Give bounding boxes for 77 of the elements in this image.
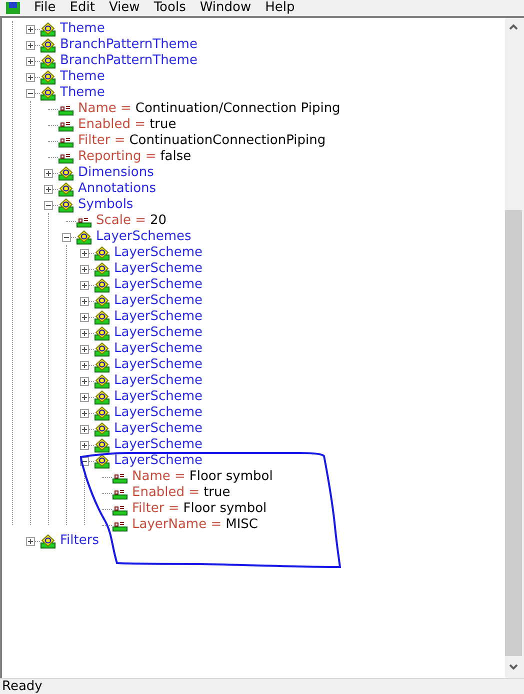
- property-name: Reporting =: [78, 148, 156, 166]
- element-icon: [94, 422, 110, 436]
- element-icon: [40, 70, 56, 84]
- property-value: true: [150, 116, 176, 134]
- expand-toggle[interactable]: [80, 360, 89, 370]
- menu-item[interactable]: Window: [200, 1, 252, 15]
- element-icon: [40, 22, 56, 36]
- expand-toggle[interactable]: [80, 440, 89, 450]
- element-icon: [94, 358, 110, 372]
- element-icon: [94, 246, 110, 260]
- expand-toggle[interactable]: [26, 536, 35, 546]
- menu-item[interactable]: View: [108, 1, 140, 15]
- property-value: true: [204, 484, 230, 502]
- element-icon: [40, 534, 56, 548]
- expand-toggle[interactable]: [80, 408, 89, 418]
- property-name: Enabled =: [78, 116, 146, 134]
- expand-toggle[interactable]: [44, 184, 53, 194]
- expand-toggle[interactable]: [80, 392, 89, 402]
- element-icon: [40, 38, 56, 52]
- property-name: LayerName =: [132, 516, 222, 534]
- expand-toggle[interactable]: [80, 280, 89, 290]
- property-value: MISC: [226, 516, 258, 534]
- property-value: false: [160, 148, 192, 166]
- property-value: 20: [150, 212, 167, 230]
- tree-item[interactable]: Filters: [60, 531, 99, 551]
- property-value: ContinuationConnectionPiping: [129, 132, 326, 150]
- expand-toggle[interactable]: [62, 232, 71, 242]
- status-text: Ready: [2, 680, 42, 694]
- element-icon: [94, 278, 110, 292]
- element-icon: [94, 374, 110, 388]
- expand-toggle[interactable]: [80, 312, 89, 322]
- element-icon: [94, 406, 110, 420]
- element-icon: [94, 294, 110, 308]
- element-icon: [94, 326, 110, 340]
- property-name: Name =: [78, 100, 132, 118]
- expand-toggle[interactable]: [44, 168, 53, 178]
- element-icon: [94, 262, 110, 276]
- element-icon: [94, 454, 110, 468]
- element-icon: [40, 54, 56, 68]
- element-icon: [58, 182, 74, 196]
- scroll-up-icon[interactable]: [509, 24, 518, 30]
- menu-item[interactable]: Tools: [154, 1, 186, 15]
- expand-toggle[interactable]: [80, 328, 89, 338]
- expand-toggle[interactable]: [80, 264, 89, 274]
- element-icon: [76, 230, 92, 244]
- property-value: Continuation/Connection Piping: [135, 100, 340, 118]
- expand-toggle[interactable]: [80, 296, 89, 306]
- expand-toggle[interactable]: [80, 424, 89, 434]
- element-icon: [94, 310, 110, 324]
- menu-item[interactable]: Help: [265, 1, 295, 15]
- expand-toggle[interactable]: [80, 248, 89, 258]
- property-name: Filter =: [78, 132, 126, 150]
- expand-toggle[interactable]: [80, 376, 89, 386]
- element-icon: [94, 438, 110, 452]
- expand-toggle[interactable]: [26, 72, 35, 82]
- expand-toggle[interactable]: [26, 24, 35, 34]
- property-value: Floor symbol: [189, 468, 273, 486]
- element-icon: [94, 390, 110, 404]
- property-name: Filter =: [132, 500, 180, 518]
- property-name: Name =: [132, 468, 186, 486]
- property-name: Scale =: [96, 212, 146, 230]
- scroll-thumb[interactable]: [505, 210, 522, 656]
- property-name: Enabled =: [132, 484, 200, 502]
- property-value: Floor symbol: [183, 500, 267, 518]
- element-icon: [58, 166, 74, 180]
- expand-toggle[interactable]: [26, 56, 35, 66]
- element-icon: [58, 198, 74, 212]
- expand-toggle[interactable]: [26, 40, 35, 50]
- expand-toggle[interactable]: [26, 88, 35, 98]
- expand-toggle[interactable]: [44, 200, 53, 210]
- app-icon: [6, 2, 20, 14]
- element-icon: [94, 342, 110, 356]
- expand-toggle[interactable]: [80, 344, 89, 354]
- scroll-down-icon[interactable]: [509, 664, 518, 670]
- element-icon: [40, 86, 56, 100]
- menu-item[interactable]: Edit: [70, 1, 95, 15]
- menu-item[interactable]: File: [34, 1, 56, 15]
